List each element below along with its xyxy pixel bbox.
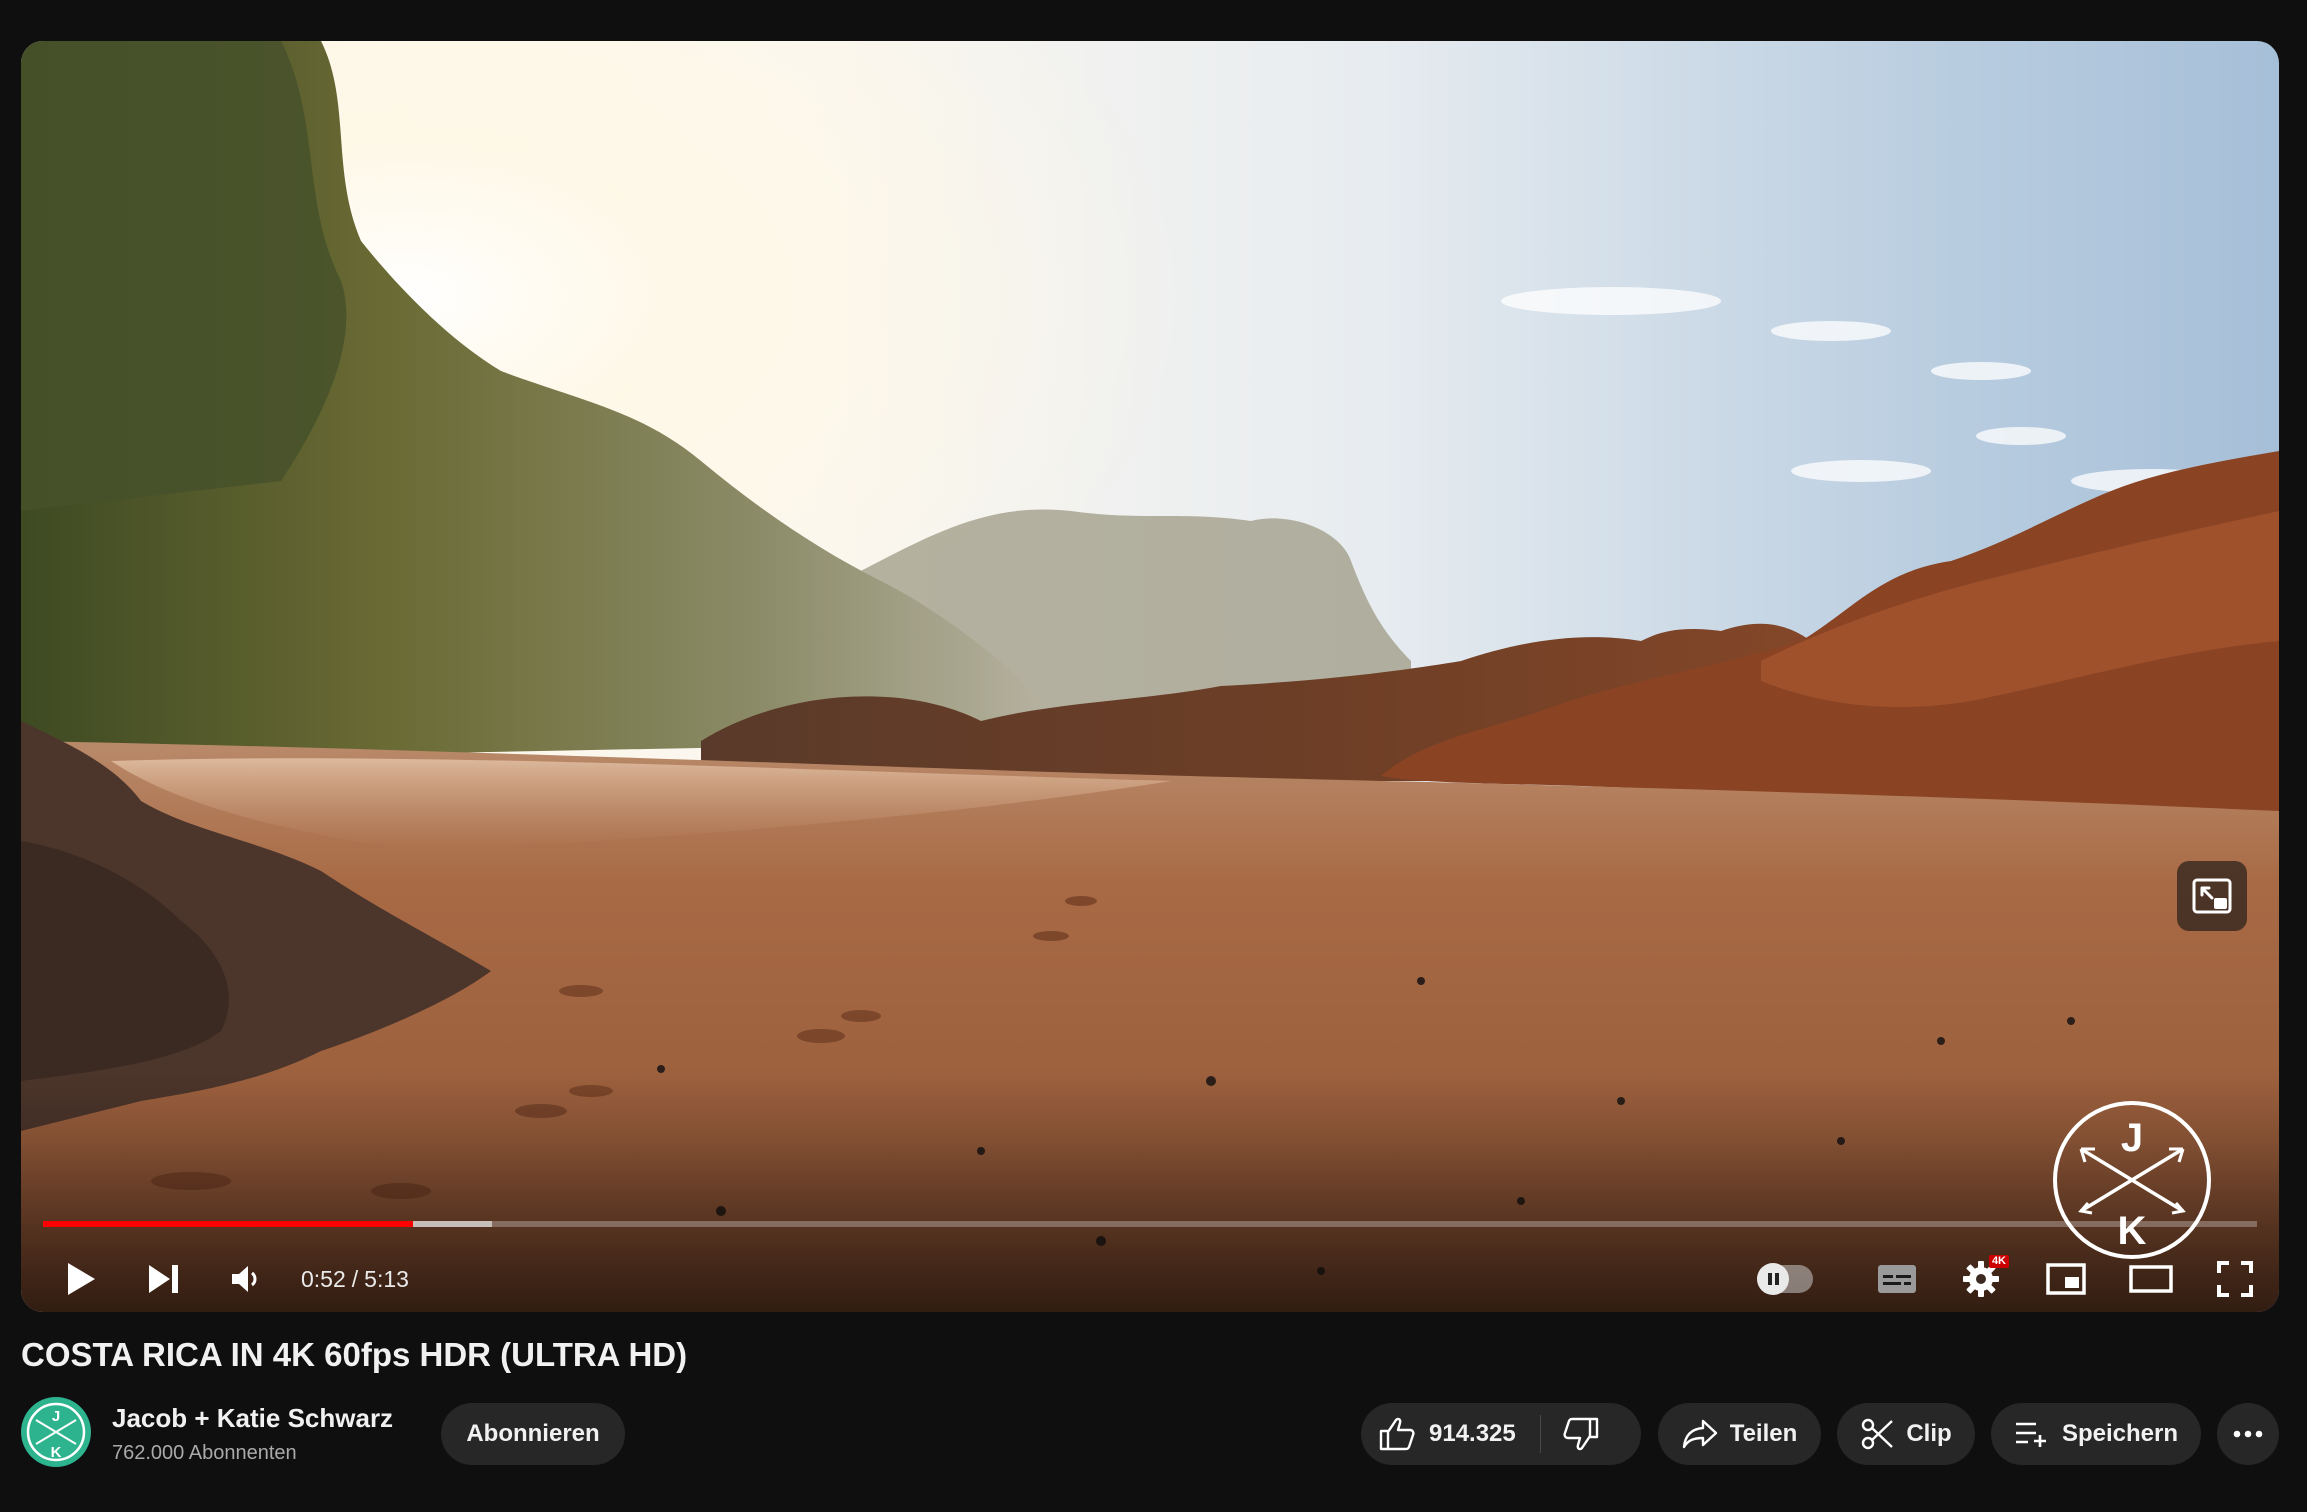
volume-icon — [232, 1266, 257, 1292]
channel-logo-icon: J K — [26, 1402, 86, 1462]
avatar-bottom-letter: K — [51, 1444, 62, 1461]
time-separator: / — [351, 1266, 359, 1292]
duration: 5:13 — [364, 1266, 409, 1292]
scissors-icon — [1862, 1418, 1894, 1450]
watermark-bottom-letter: K — [2118, 1209, 2147, 1253]
like-dislike-group: 914.325 — [1361, 1403, 1641, 1465]
theater-mode-icon — [2129, 1265, 2173, 1293]
current-time: 0:52 — [301, 1266, 346, 1292]
progress-bar[interactable] — [43, 1221, 2257, 1227]
miniplayer-overlay-icon — [2192, 878, 2232, 914]
fullscreen-button[interactable] — [2205, 1251, 2265, 1307]
autoplay-knob — [1757, 1263, 1789, 1295]
share-icon — [1682, 1419, 1717, 1449]
settings-button[interactable]: 4K — [1951, 1251, 2011, 1307]
video-title: COSTA RICA IN 4K 60fps HDR (ULTRA HD) — [21, 1336, 688, 1373]
play-icon — [68, 1263, 95, 1295]
avatar-top-letter: J — [52, 1408, 60, 1425]
save-button[interactable]: Speichern — [1991, 1403, 2201, 1465]
next-icon — [149, 1265, 178, 1293]
time-display: 0:52/5:13 — [301, 1251, 409, 1307]
video-frame[interactable] — [21, 41, 2279, 1312]
save-label: Speichern — [2061, 1420, 2179, 1447]
clip-label: Clip — [1906, 1420, 1952, 1447]
channel-name[interactable]: Jacob + Katie Schwarz — [112, 1403, 393, 1434]
miniplayer-button[interactable] — [2036, 1251, 2096, 1307]
quality-badge: 4K — [1988, 1255, 2009, 1268]
add-to-playlist-icon — [2015, 1422, 2046, 1447]
autoplay-toggle[interactable] — [1757, 1263, 1813, 1295]
theater-mode-button[interactable] — [2121, 1251, 2181, 1307]
subtitles-icon — [1878, 1265, 1916, 1293]
watermark-top-letter: J — [2121, 1116, 2143, 1160]
thumbs-down-icon — [1563, 1417, 1598, 1451]
share-button[interactable]: Teilen — [1658, 1403, 1821, 1465]
progress-played — [43, 1221, 413, 1227]
subscribe-button[interactable]: Abonnieren — [441, 1403, 625, 1465]
channel-watermark[interactable]: J K — [2051, 1099, 2213, 1261]
subscriber-count: 762.000 Abonnenten — [112, 1442, 297, 1464]
video-player[interactable]: J K 0:52/5:13 4K — [21, 41, 2279, 1312]
share-label: Teilen — [1729, 1420, 1798, 1447]
more-actions-button[interactable] — [2217, 1403, 2279, 1465]
subscribe-label: Abonnieren — [466, 1420, 600, 1447]
play-button[interactable] — [51, 1251, 111, 1307]
miniplayer-overlay-button[interactable] — [2177, 861, 2247, 931]
miniplayer-icon — [2046, 1263, 2086, 1295]
like-button[interactable]: 914.325 — [1361, 1403, 1516, 1465]
clip-button[interactable]: Clip — [1837, 1403, 1975, 1465]
fullscreen-icon — [2217, 1261, 2253, 1297]
like-count: 914.325 — [1429, 1420, 1516, 1447]
subtitles-button[interactable] — [1867, 1251, 1927, 1307]
thumbs-up-icon — [1379, 1417, 1415, 1451]
channel-avatar[interactable]: J K — [21, 1397, 91, 1467]
player-controls: 0:52/5:13 4K — [21, 1251, 2279, 1307]
volume-button[interactable] — [216, 1251, 276, 1307]
more-horizontal-icon — [2233, 1430, 2263, 1438]
next-button[interactable] — [134, 1251, 194, 1307]
dislike-button[interactable] — [1541, 1403, 1621, 1465]
